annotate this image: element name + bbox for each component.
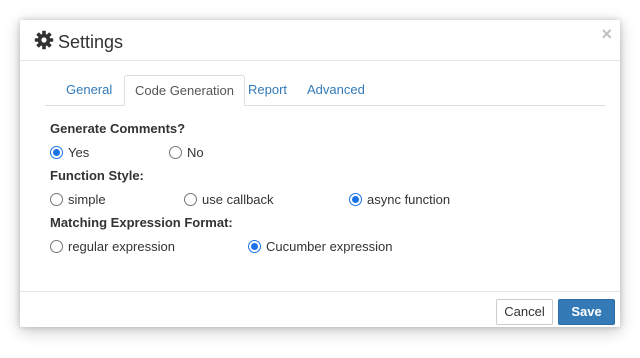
dialog-title: Settings (58, 32, 124, 52)
dialog-footer: Cancel Save (20, 291, 620, 328)
cancel-button[interactable]: Cancel (496, 299, 553, 325)
radio-checked-icon (349, 193, 362, 207)
function-style-simple-radio[interactable]: simple (50, 192, 106, 207)
function-style-label: Function Style: (50, 168, 144, 183)
tab-advanced[interactable]: Advanced (297, 75, 375, 104)
matching-cucumber-radio[interactable]: Cucumber expression (248, 239, 392, 254)
tab-code-generation[interactable]: Code Generation (124, 75, 246, 106)
function-style-async-radio[interactable]: async function (349, 192, 450, 207)
matching-format-label: Matching Expression Format: (50, 215, 233, 230)
generate-comments-label: Generate Comments? (50, 121, 186, 136)
radio-unchecked-icon (184, 193, 197, 207)
save-button[interactable]: Save (558, 299, 615, 325)
comments-no-radio[interactable]: No (169, 145, 204, 160)
matching-regex-radio[interactable]: regular expression (50, 239, 175, 254)
settings-dialog: Settings × General Code Generation Repor… (20, 20, 620, 327)
tab-report[interactable]: Report (238, 75, 297, 104)
radio-unchecked-icon (50, 193, 63, 207)
radio-checked-icon (50, 146, 63, 160)
settings-tabs: General Code Generation Report Advanced (45, 75, 605, 106)
close-icon[interactable]: × (601, 25, 612, 43)
tab-general[interactable]: General (56, 75, 122, 104)
dialog-header: Settings × (20, 20, 620, 61)
gear-icon (34, 30, 54, 50)
function-style-callback-radio[interactable]: use callback (184, 192, 274, 207)
radio-unchecked-icon (50, 240, 63, 254)
comments-yes-radio[interactable]: Yes (50, 145, 89, 160)
radio-unchecked-icon (169, 146, 182, 160)
radio-checked-icon (248, 240, 261, 254)
